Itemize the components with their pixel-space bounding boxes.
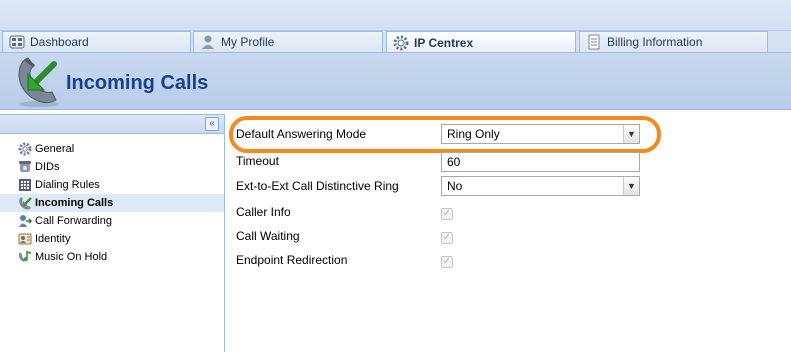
call-waiting-checkbox[interactable]: ✓ — [441, 232, 453, 244]
tab-ip-centrex[interactable]: IP Centrex — [386, 31, 576, 53]
timeout-input[interactable]: 60 — [441, 152, 640, 172]
timeout-label: Timeout — [236, 154, 279, 168]
distinctive-ring-value: No — [447, 179, 463, 193]
gear-icon — [393, 35, 409, 51]
sidebar-item-call-forwarding[interactable]: Call Forwarding — [0, 212, 224, 230]
sidebar-item-label: Music On Hold — [35, 251, 108, 263]
sidebar-item-dids[interactable]: DIDs — [0, 158, 224, 176]
user-profile-icon — [200, 34, 216, 50]
sidebar-item-label: Incoming Calls — [35, 197, 114, 209]
tab-label: My Profile — [221, 35, 275, 49]
tab-dashboard[interactable]: Dashboard — [2, 31, 191, 52]
caller-info-checkbox[interactable]: ✓ — [441, 208, 453, 220]
incoming-calls-form: Default Answering Mode Ring Only ▼ Timeo… — [226, 114, 791, 352]
page-header: Incoming Calls — [0, 52, 791, 110]
distinctive-ring-label: Ext-to-Ext Call Distinctive Ring — [236, 179, 399, 193]
endpoint-redirection-row: Endpoint Redirection — [236, 249, 441, 271]
top-bar — [0, 0, 791, 31]
distinctive-ring-select[interactable]: No ▼ — [441, 176, 640, 196]
collapse-sidebar-button[interactable]: « — [205, 117, 219, 131]
keypad-icon — [18, 178, 32, 192]
chevron-down-icon[interactable]: ▼ — [623, 125, 639, 143]
default-answering-mode-value: Ring Only — [447, 127, 500, 141]
tab-billing-information[interactable]: Billing Information — [579, 31, 768, 52]
call-waiting-row: Call Waiting — [236, 225, 441, 247]
distinctive-ring-row: Ext-to-Ext Call Distinctive Ring — [236, 175, 441, 197]
app-window: Dashboard My Profile IP Centrex Billing … — [0, 0, 791, 352]
sidebar-item-dialing-rules[interactable]: Dialing Rules — [0, 176, 224, 194]
tab-strip: Dashboard My Profile IP Centrex Billing … — [0, 31, 791, 53]
caller-info-label: Caller Info — [236, 205, 291, 219]
sidebar-item-label: General — [35, 143, 75, 155]
timeout-row: Timeout — [236, 150, 441, 172]
sidebar-item-label: Identity — [35, 233, 71, 245]
sidebar-header: « — [0, 114, 224, 134]
endpoint-redirection-checkbox[interactable]: ✓ — [441, 256, 453, 268]
sidebar-item-music-on-hold[interactable]: Music On Hold — [0, 248, 224, 266]
timeout-value: 60 — [447, 155, 461, 169]
sidebar-item-general[interactable]: General — [0, 140, 224, 158]
sidebar: « General DIDs Dialing Rules Incoming Ca… — [0, 114, 225, 352]
tab-label: Billing Information — [607, 35, 703, 49]
document-icon — [586, 34, 602, 50]
tab-label: Dashboard — [30, 35, 89, 49]
default-answering-mode-label: Default Answering Mode — [236, 127, 367, 141]
incoming-call-icon — [18, 196, 32, 210]
dashboard-icon — [9, 34, 25, 50]
tab-label: IP Centrex — [414, 35, 474, 50]
music-icon — [18, 250, 32, 264]
sidebar-item-label: DIDs — [35, 161, 60, 173]
tab-my-profile[interactable]: My Profile — [193, 31, 383, 52]
chevron-down-icon[interactable]: ▼ — [623, 177, 639, 195]
phone-icon — [18, 160, 32, 174]
default-answering-mode-row: Default Answering Mode — [236, 123, 441, 145]
sidebar-item-label: Call Forwarding — [35, 215, 113, 227]
sidebar-item-label: Dialing Rules — [35, 179, 100, 191]
endpoint-redirection-label: Endpoint Redirection — [236, 253, 348, 267]
call-forward-icon — [18, 214, 33, 228]
call-waiting-label: Call Waiting — [236, 229, 300, 243]
gear-icon — [18, 142, 32, 156]
page-title: Incoming Calls — [66, 72, 209, 94]
incoming-call-phone-icon — [14, 56, 64, 108]
sidebar-item-identity[interactable]: Identity — [0, 230, 224, 248]
caller-info-row: Caller Info — [236, 201, 441, 223]
sidebar-nav: General DIDs Dialing Rules Incoming Call… — [0, 134, 224, 266]
identity-icon — [18, 232, 32, 246]
default-answering-mode-select[interactable]: Ring Only ▼ — [441, 124, 640, 144]
sidebar-item-incoming-calls[interactable]: Incoming Calls — [0, 194, 224, 212]
